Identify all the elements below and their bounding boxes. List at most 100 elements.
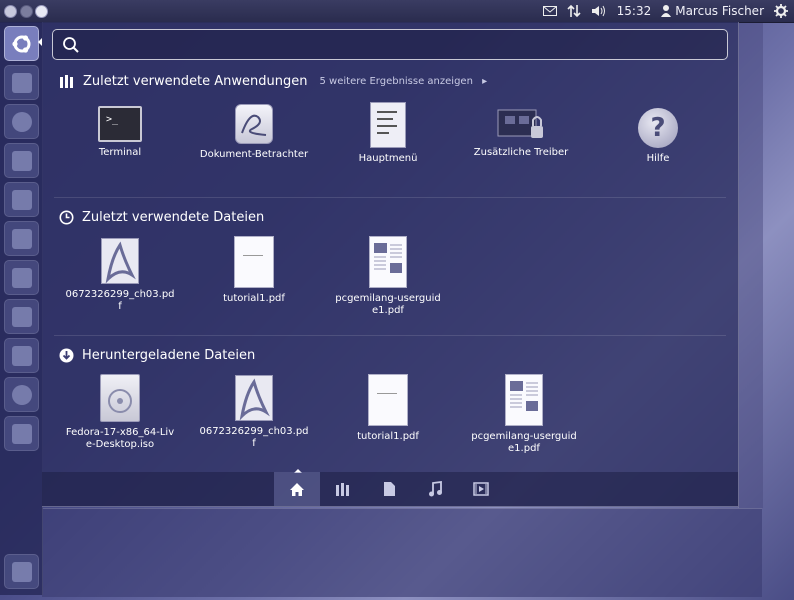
document-icon <box>234 236 274 288</box>
more-results-link[interactable]: 5 weitere Ergebnisse anzeigen ▸ <box>320 76 488 87</box>
indicator-area: 15:32 Marcus Fischer <box>542 0 788 22</box>
launcher-software-center[interactable] <box>4 260 39 295</box>
file-tile-userguide[interactable]: pcgemilang-userguide1.pdf <box>333 236 443 317</box>
terminal-icon: >_ <box>98 106 142 142</box>
applications-icon <box>336 483 349 496</box>
app-tile-help[interactable]: ? Hilfe <box>603 108 713 165</box>
tile-label: pcgemilang-userguide1.pdf <box>335 293 441 316</box>
disc-image-icon <box>100 374 140 422</box>
search-icon <box>63 37 79 53</box>
ubuntu-one-icon <box>11 306 32 327</box>
video-icon <box>473 482 489 496</box>
section-divider <box>54 197 726 198</box>
music-lens-button[interactable] <box>412 472 458 506</box>
home-icon <box>290 482 304 496</box>
download-tile-iso[interactable]: Fedora-17-x86_64-Live-Desktop.iso <box>65 374 175 451</box>
section-title: Zuletzt verwendete Dateien <box>82 209 265 225</box>
background-window <box>738 22 763 508</box>
app-tile-additional-drivers[interactable]: Zusätzliche Treiber <box>466 102 576 159</box>
section-divider <box>54 335 726 336</box>
workspace-switcher-icon <box>11 423 32 444</box>
writer-icon <box>11 150 32 171</box>
files-lens-button[interactable] <box>366 472 412 506</box>
download-icon <box>59 348 74 362</box>
close-button[interactable] <box>4 5 17 18</box>
document-icon <box>368 374 408 426</box>
launcher-workspaces[interactable] <box>4 416 39 451</box>
applications-icon <box>60 75 73 88</box>
applications-lens-button[interactable] <box>320 472 366 506</box>
more-results-label: 5 weitere Ergebnisse anzeigen <box>319 75 473 87</box>
software-center-icon <box>11 267 32 288</box>
launcher <box>0 22 43 595</box>
download-tile-userguide[interactable]: pcgemilang-userguide1.pdf <box>469 374 579 455</box>
search-input[interactable] <box>89 34 723 58</box>
launcher-home-folder[interactable] <box>4 65 39 100</box>
settings-icon <box>11 384 32 405</box>
tile-label: Zusätzliche Treiber <box>473 147 569 158</box>
tile-label: tutorial1.pdf <box>223 293 285 304</box>
video-lens-button[interactable] <box>458 472 504 506</box>
app-tile-document-viewer[interactable]: Dokument-Betrachter <box>199 104 309 161</box>
tile-label: Hauptmenü <box>358 153 418 164</box>
user-name: Marcus Fischer <box>675 4 764 18</box>
file-tile-tutorial[interactable]: tutorial1.pdf <box>199 236 309 305</box>
volume-icon[interactable] <box>591 5 607 17</box>
clock-time: 15:32 <box>616 4 652 18</box>
launcher-firefox[interactable] <box>4 104 39 139</box>
main-menu-icon <box>370 102 406 148</box>
additional-drivers-icon <box>497 102 545 142</box>
pdf-icon <box>101 238 139 284</box>
section-title: Zuletzt verwendete Anwendungen <box>83 73 308 89</box>
background-window-lower <box>42 508 762 597</box>
mail-icon[interactable] <box>542 6 557 16</box>
dash-home-button[interactable] <box>4 26 39 61</box>
folder-icon <box>11 72 32 93</box>
document-icon <box>505 374 543 426</box>
file-tile-pdf[interactable]: 0672326299_ch03.pdf <box>65 238 175 313</box>
tile-label: tutorial1.pdf <box>357 431 419 442</box>
download-tile-pdf[interactable]: 0672326299_ch03.pdf <box>199 375 309 450</box>
download-tile-tutorial[interactable]: tutorial1.pdf <box>333 374 443 443</box>
clock-icon <box>59 210 74 224</box>
tile-label: Dokument-Betrachter <box>199 149 309 160</box>
launcher-impress[interactable] <box>4 221 39 256</box>
gear-icon[interactable] <box>774 4 788 18</box>
tile-label: 0672326299_ch03.pdf <box>199 426 309 449</box>
section-title: Heruntergeladene Dateien <box>82 347 256 363</box>
expand-arrow-icon: ▸ <box>482 75 488 87</box>
launcher-drive[interactable] <box>4 338 39 373</box>
search-box[interactable] <box>52 29 728 60</box>
launcher-ubuntu-one[interactable] <box>4 299 39 334</box>
firefox-icon <box>11 111 32 132</box>
maximize-button[interactable] <box>35 5 48 18</box>
launcher-calc[interactable] <box>4 182 39 217</box>
tile-label: Hilfe <box>646 153 670 164</box>
help-icon: ? <box>638 108 678 148</box>
tile-label: pcgemilang-userguide1.pdf <box>471 431 577 454</box>
drive-icon <box>11 345 32 366</box>
app-tile-main-menu[interactable]: Hauptmenü <box>333 102 443 165</box>
pdf-icon <box>235 375 273 421</box>
calc-icon <box>11 189 32 210</box>
launcher-settings[interactable] <box>4 377 39 412</box>
section-recent-files-header: Zuletzt verwendete Dateien <box>59 207 264 227</box>
launcher-writer[interactable] <box>4 143 39 178</box>
network-icon[interactable] <box>567 4 581 18</box>
top-panel: 15:32 Marcus Fischer <box>0 0 794 23</box>
clock[interactable]: 15:32 <box>617 4 652 18</box>
app-tile-terminal[interactable]: >_ Terminal <box>65 106 175 159</box>
ubuntu-logo-icon <box>11 34 30 53</box>
user-icon <box>661 5 672 17</box>
document-viewer-icon <box>235 104 273 144</box>
section-recent-apps-header: Zuletzt verwendete Anwendungen 5 weitere… <box>59 71 487 91</box>
document-icon <box>369 236 407 288</box>
home-lens-button[interactable] <box>274 472 320 506</box>
section-downloads-header: Heruntergeladene Dateien <box>59 345 255 365</box>
trash-icon <box>11 561 32 582</box>
minimize-button[interactable] <box>20 5 33 18</box>
dash-overlay: Zuletzt verwendete Anwendungen 5 weitere… <box>42 22 739 507</box>
launcher-trash[interactable] <box>4 554 39 589</box>
user-menu[interactable]: Marcus Fischer <box>661 4 764 18</box>
tile-label: 0672326299_ch03.pdf <box>65 289 175 312</box>
